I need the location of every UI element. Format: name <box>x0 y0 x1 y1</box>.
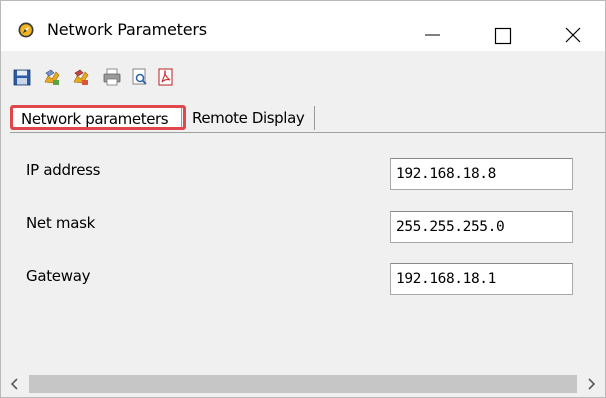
net-mask-field[interactable]: 255.255.255.0 <box>390 211 573 243</box>
chevron-left-icon <box>10 378 18 390</box>
tab-remote-display[interactable]: Remote Display <box>183 106 315 130</box>
maximize-button[interactable] <box>478 8 524 54</box>
ip-address-label: IP address <box>26 161 101 179</box>
close-button[interactable] <box>549 8 595 54</box>
pdf-export-icon[interactable] <box>156 67 176 87</box>
edit-settings-icon[interactable] <box>42 67 62 87</box>
copy-settings-icon[interactable] <box>71 67 91 87</box>
window-title: Network Parameters <box>47 20 207 39</box>
chevron-right-icon <box>588 378 596 390</box>
compass-icon <box>18 22 34 38</box>
network-parameters-panel: IP address 192.168.18.8 Net mask 255.255… <box>10 132 605 373</box>
print-preview-icon[interactable] <box>130 67 150 87</box>
title-bar: Network Parameters <box>1 1 605 51</box>
tab-highlight-box <box>10 105 186 130</box>
minimize-button[interactable] <box>409 8 455 54</box>
toolbar <box>1 59 605 91</box>
save-icon[interactable] <box>12 67 32 87</box>
horizontal-scrollbar[interactable] <box>1 371 605 397</box>
ip-address-field[interactable]: 192.168.18.8 <box>390 158 573 190</box>
network-parameters-window: Network Parameters Network parameters Re… <box>0 0 606 398</box>
scroll-right-button[interactable] <box>579 371 603 397</box>
print-icon[interactable] <box>102 67 122 87</box>
tab-label: Remote Display <box>192 109 305 127</box>
net-mask-label: Net mask <box>26 214 96 232</box>
scroll-thumb[interactable] <box>29 375 577 393</box>
gateway-label: Gateway <box>26 267 91 285</box>
scroll-left-button[interactable] <box>3 371 27 397</box>
gateway-field[interactable]: 192.168.18.1 <box>390 263 573 295</box>
